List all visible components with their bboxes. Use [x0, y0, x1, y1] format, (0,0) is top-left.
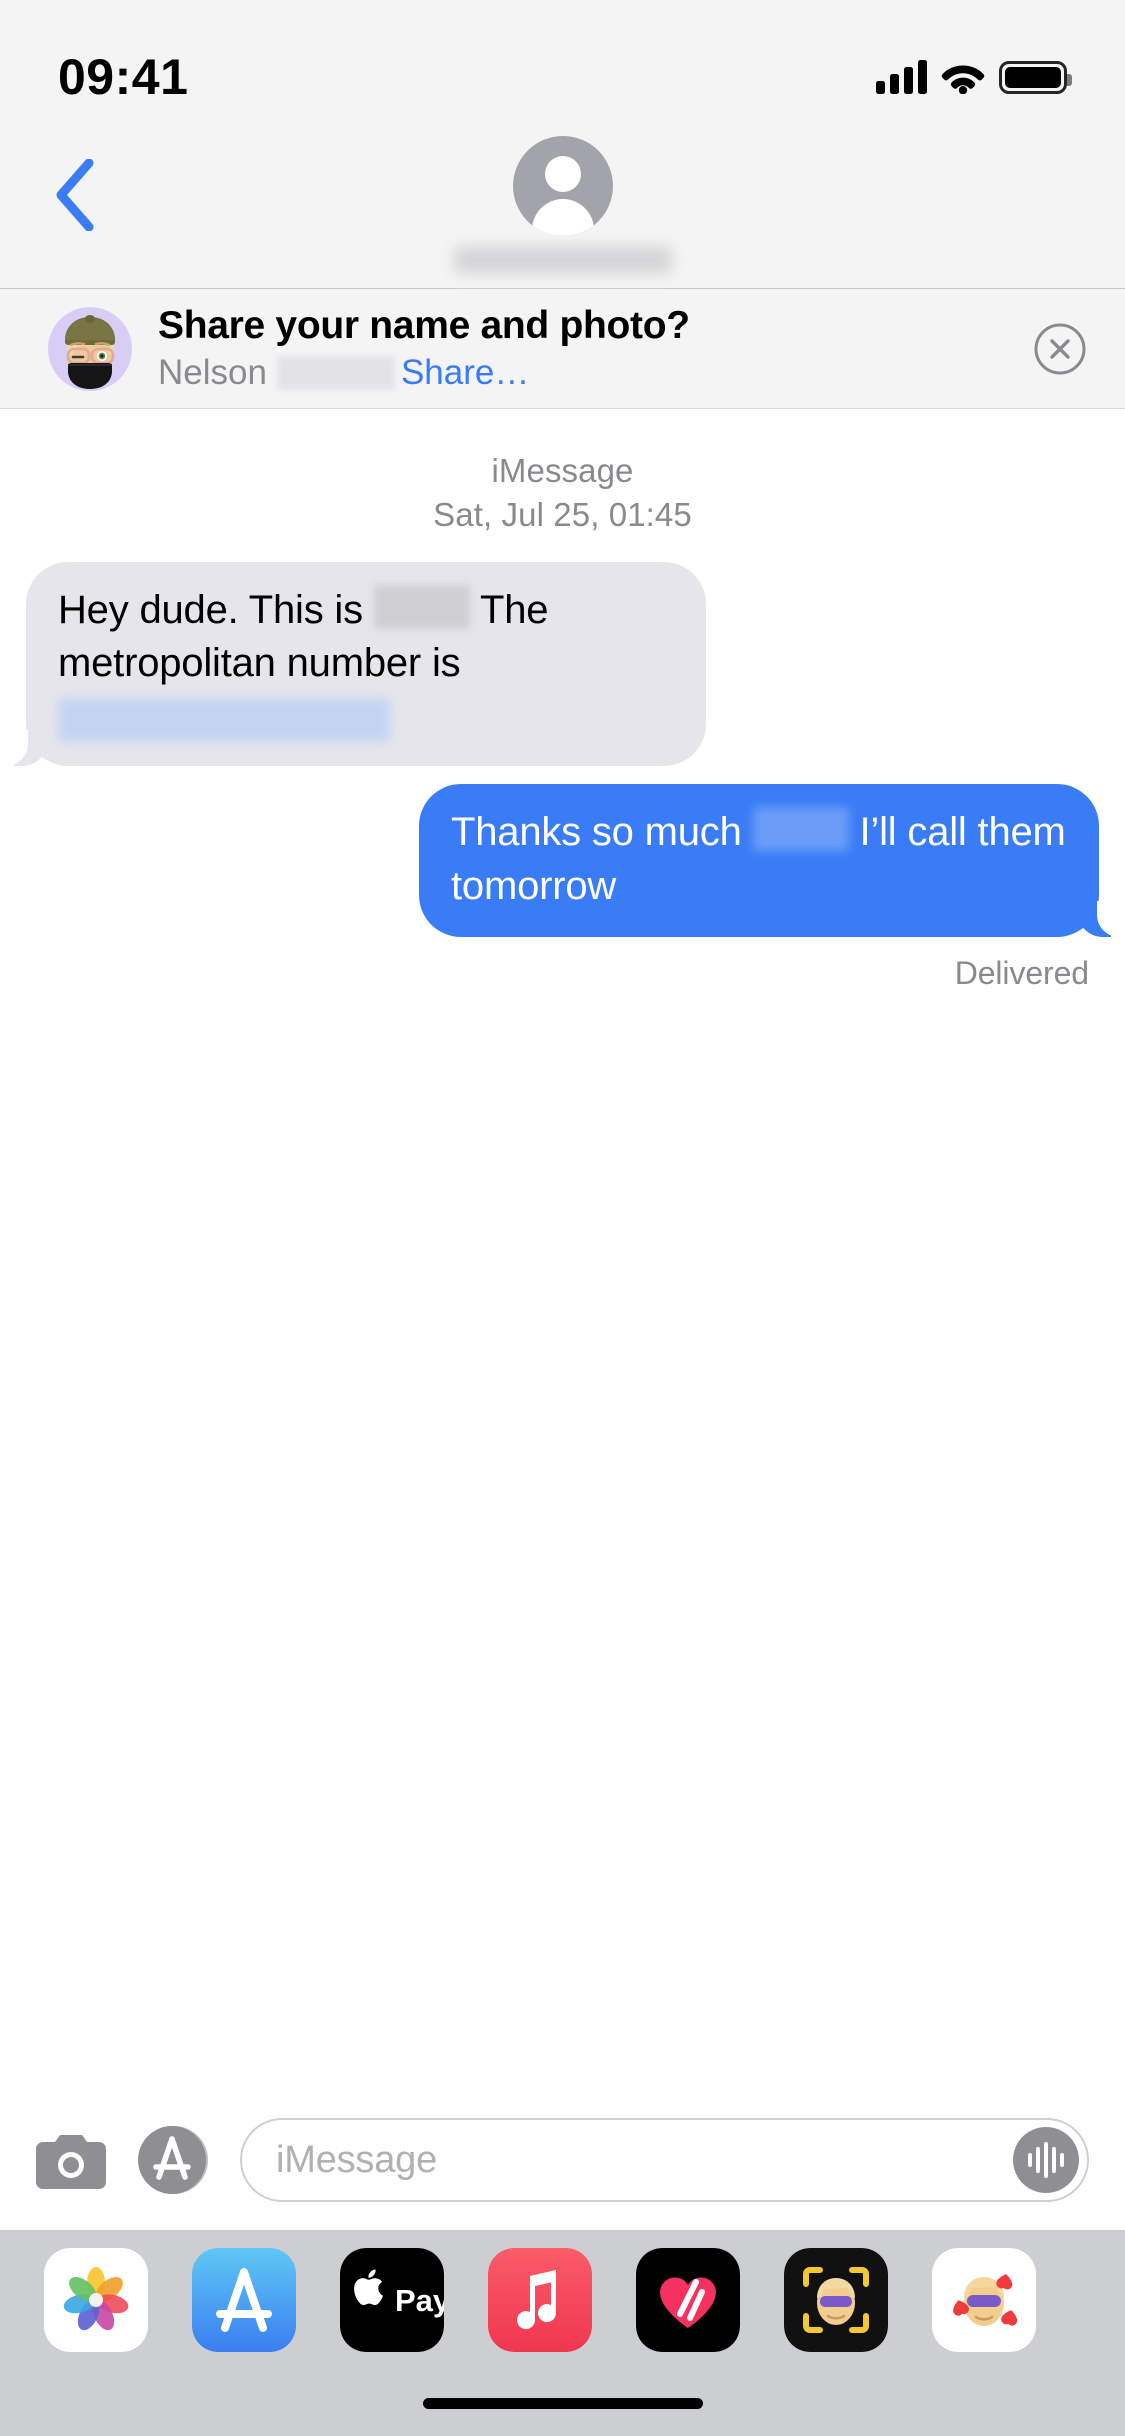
app-store-button[interactable] [136, 2123, 210, 2197]
app-icon-music[interactable] [488, 2248, 592, 2352]
close-circle-icon[interactable] [1033, 322, 1087, 376]
status-bar: 09:41 [0, 0, 1125, 132]
delivery-status: Delivered [954, 954, 1089, 991]
chevron-left-icon [56, 159, 94, 231]
incoming-text-before: Hey dude. This is [58, 588, 363, 633]
contact-header[interactable] [453, 132, 672, 274]
app-icon-photos[interactable] [44, 2248, 148, 2352]
banner-title: Share your name and photo? [158, 303, 690, 347]
service-label: iMessage [491, 452, 634, 489]
status-bar-indicators [876, 60, 1072, 94]
audio-waveform-icon [1028, 2140, 1064, 2180]
conversation-thread[interactable]: iMessage Sat, Jul 25, 01:45 Hey dude. Th… [0, 409, 1125, 2090]
back-button[interactable] [30, 150, 120, 240]
apple-pay-app-icon: Pay [340, 2248, 444, 2352]
message-input-field[interactable]: iMessage [240, 2118, 1089, 2202]
svg-text:Pay: Pay [395, 2283, 444, 2318]
app-icon-memoji-sticker[interactable] [932, 2248, 1036, 2352]
camera-button[interactable] [36, 2131, 106, 2189]
memoji-app-icon [784, 2248, 888, 2352]
wifi-icon [941, 65, 985, 94]
message-row-outgoing: Thanks so much I’ll call them tomorrow [0, 784, 1125, 938]
home-indicator-area [0, 2370, 1125, 2436]
outgoing-text-before: Thanks so much [451, 810, 742, 855]
message-input-bar: iMessage [0, 2090, 1125, 2230]
battery-full-icon [999, 60, 1072, 94]
banner-subtitle: Nelson Share… [158, 353, 1007, 393]
app-store-icon [138, 2126, 208, 2194]
message-bubble-incoming[interactable]: Hey dude. This is The metropolitan numbe… [4, 562, 706, 767]
conversation-timestamp-header: iMessage Sat, Jul 25, 01:45 [0, 449, 1125, 536]
navigation-bar [0, 132, 1125, 289]
status-bar-time: 09:41 [58, 49, 189, 105]
contact-name-redacted [453, 246, 672, 274]
memoji-avatar-icon [48, 306, 132, 391]
incoming-redacted-phone-link[interactable] [58, 698, 390, 743]
banner-sub-name-redacted [276, 355, 395, 390]
digital-touch-app-icon [636, 2248, 740, 2352]
message-row-incoming: Hey dude. This is The metropolitan numbe… [0, 562, 1125, 767]
timestamp-label: Sat, Jul 25, 01:45 [433, 495, 692, 533]
app-icon-digital-touch[interactable] [636, 2248, 740, 2352]
banner-text-group: Share your name and photo? Nelson Share… [158, 304, 1007, 393]
imessage-app-drawer[interactable]: Pay [0, 2230, 1125, 2370]
app-store-app-icon [192, 2248, 296, 2352]
camera-icon [36, 2135, 106, 2189]
message-bubble-outgoing[interactable]: Thanks so much I’ll call them tomorrow [419, 784, 1121, 938]
outgoing-redacted-name [752, 807, 849, 852]
incoming-redacted-name [373, 585, 470, 630]
memoji-sticker-icon [932, 2248, 1036, 2352]
apple-music-app-icon [488, 2248, 592, 2352]
photos-app-icon [44, 2248, 148, 2352]
audio-record-button[interactable] [1013, 2127, 1079, 2193]
app-icon-apple-pay[interactable]: Pay [340, 2248, 444, 2352]
banner-sub-name: Nelson [158, 352, 267, 392]
app-icon-app-store[interactable] [192, 2248, 296, 2352]
contact-avatar-placeholder-icon [512, 136, 613, 236]
home-indicator-bar[interactable] [422, 2397, 703, 2409]
share-link[interactable]: Share… [401, 353, 529, 393]
cellular-bars-icon [876, 60, 927, 94]
message-input-placeholder: iMessage [276, 2138, 438, 2181]
app-icon-memoji[interactable] [784, 2248, 888, 2352]
share-name-photo-banner: Share your name and photo? Nelson Share… [0, 289, 1125, 409]
imessage-conversation-screen: 09:41 Share your name and photo? Nelson … [0, 0, 1125, 2436]
